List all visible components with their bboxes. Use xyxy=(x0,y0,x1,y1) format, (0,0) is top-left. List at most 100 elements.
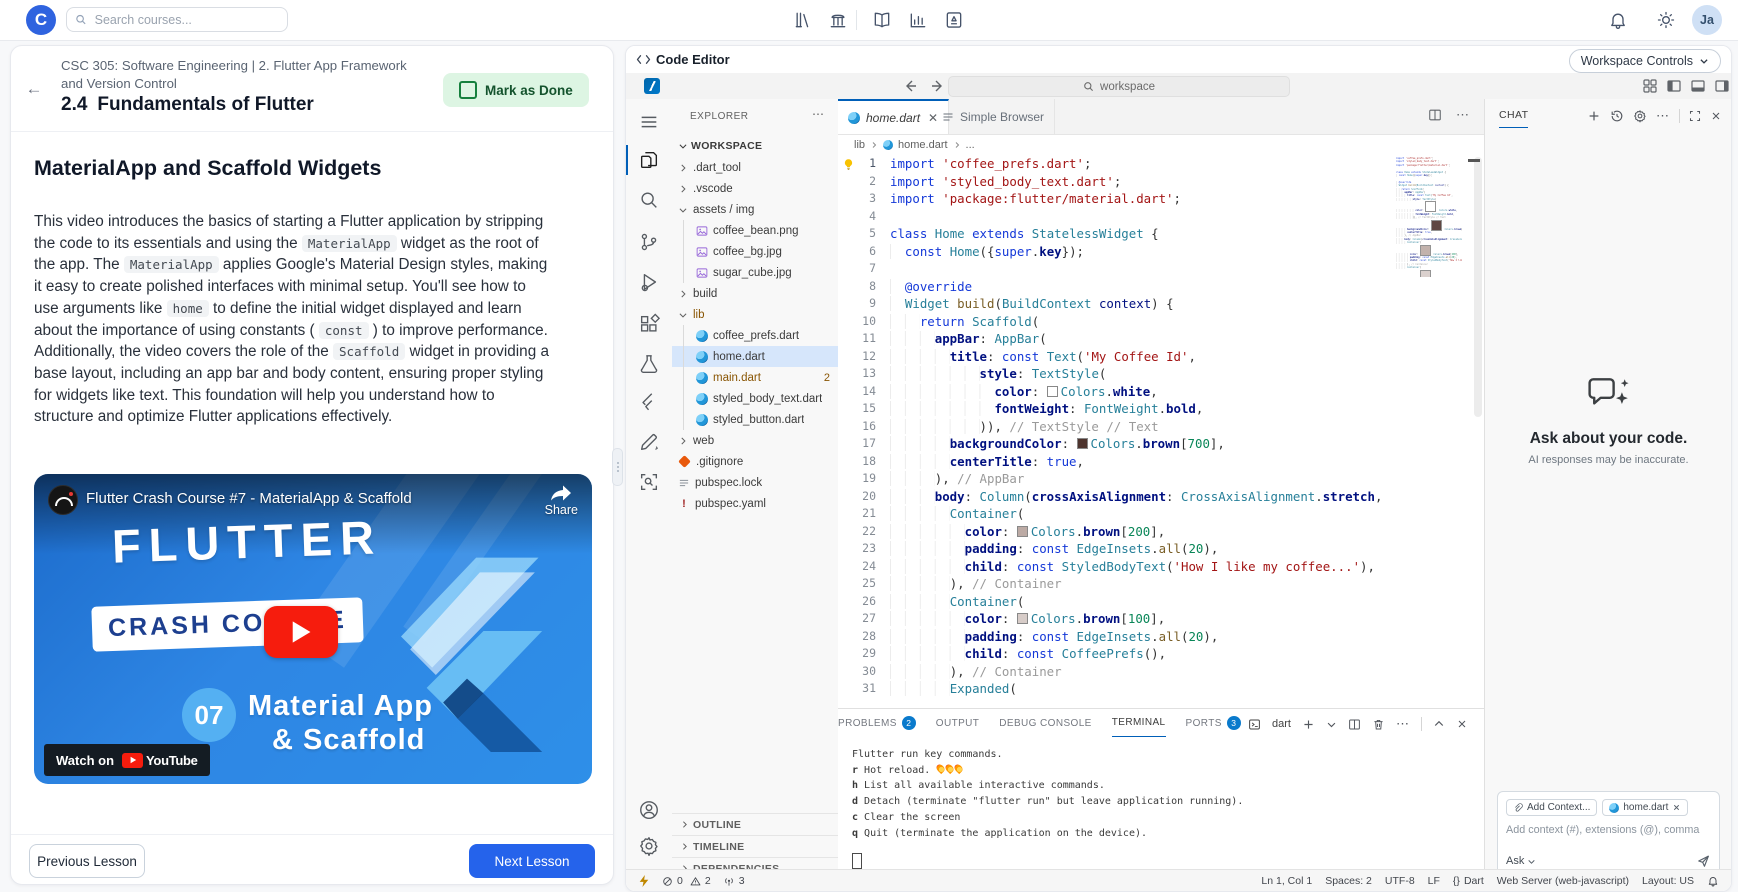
code-line[interactable]: 16 )), // TextStyle // Text xyxy=(838,418,1484,436)
editor-scrollbar[interactable] xyxy=(1474,157,1482,417)
code-line[interactable]: 27 color: Colors.brown[100], xyxy=(838,610,1484,628)
vscode-icon[interactable] xyxy=(644,78,660,94)
code-area[interactable]: 1 import 'coffee_prefs.dart'; 2 import 'sty… xyxy=(838,155,1484,706)
code-line[interactable]: 22 color: Colors.brown[200], xyxy=(838,523,1484,541)
watch-on-youtube-badge[interactable]: Watch on YouTube xyxy=(44,744,210,776)
explorer-item-assets-img[interactable]: assets / img xyxy=(672,199,838,220)
code-line[interactable]: 26 Container( xyxy=(838,593,1484,611)
eol-status[interactable]: LF xyxy=(1428,875,1440,887)
shell-name[interactable]: dart xyxy=(1272,718,1291,730)
code-line[interactable]: 10 return Scaffold( xyxy=(838,313,1484,331)
explorer-item-coffee-prefs-dart[interactable]: coffee_prefs.dart xyxy=(672,325,838,346)
code-line[interactable]: 19 ), // AppBar xyxy=(838,470,1484,488)
mark-as-done-button[interactable]: Mark as Done xyxy=(443,73,589,107)
panel-tab-output[interactable]: OUTPUT xyxy=(936,709,980,737)
explorer-item-build[interactable]: build xyxy=(672,283,838,304)
explorer-item-web[interactable]: web xyxy=(672,430,838,451)
code-line[interactable]: 13 style: TextStyle( xyxy=(838,365,1484,383)
explorer-item-styled-button-dart[interactable]: styled_button.dart xyxy=(672,409,838,430)
code-line[interactable]: 28 padding: const EdgeInsets.all(20), xyxy=(838,628,1484,646)
chat-mode-picker[interactable]: Ask xyxy=(1506,855,1536,867)
chat-tab[interactable]: CHAT xyxy=(1499,109,1529,128)
explorer-icon[interactable] xyxy=(638,149,660,171)
explorer-item-coffee-bean-png[interactable]: coffee_bean.png xyxy=(672,220,838,241)
video-embed[interactable]: Flutter Crash Course #7 - MaterialApp & … xyxy=(34,474,592,784)
kill-terminal-trash-icon[interactable] xyxy=(1372,718,1385,731)
code-line[interactable]: 15 fontWeight: FontWeight.bold, xyxy=(838,400,1484,418)
history-forward-icon[interactable] xyxy=(930,78,946,94)
chat-more-actions-icon[interactable]: ⋯ xyxy=(1656,108,1670,124)
explorer-item--dart-tool[interactable]: .dart_tool xyxy=(672,157,838,178)
cursor-position-status[interactable]: Ln 1, Col 1 xyxy=(1261,875,1312,887)
explorer-item-sugar-cube-jpg[interactable]: sugar_cube.jpg xyxy=(672,262,838,283)
panel-tab-terminal[interactable]: TERMINAL xyxy=(1111,709,1166,737)
tab-simple-browser[interactable]: Simple Browser xyxy=(932,99,1056,134)
history-back-icon[interactable] xyxy=(902,78,918,94)
code-line[interactable]: 11 appBar: AppBar( xyxy=(838,330,1484,348)
explorer-more-actions-icon[interactable]: ⋯ xyxy=(812,107,825,121)
next-lesson-button[interactable]: Next Lesson xyxy=(469,844,595,878)
explorer-item-lib[interactable]: lib xyxy=(672,304,838,325)
explorer-item-pubspec-yaml[interactable]: ! pubspec.yaml xyxy=(672,493,838,514)
add-context-chip[interactable]: Add Context... xyxy=(1506,799,1598,816)
chat-settings-gear-icon[interactable] xyxy=(1633,109,1647,123)
explorer-item-pubspec-lock[interactable]: pubspec.lock xyxy=(672,472,838,493)
code-line[interactable]: 25 ), // Container xyxy=(838,575,1484,593)
menu-icon[interactable] xyxy=(638,111,660,133)
toggle-panel-icon[interactable] xyxy=(1690,78,1706,94)
code-line[interactable]: 14 color: Colors.white, xyxy=(838,383,1484,401)
notifications-bell-icon[interactable] xyxy=(1608,10,1628,30)
maximize-panel-icon[interactable] xyxy=(1433,718,1445,730)
previous-lesson-button[interactable]: Previous Lesson xyxy=(29,844,145,878)
customize-layout-icon[interactable] xyxy=(1642,78,1658,94)
panel-resize-handle[interactable] xyxy=(612,448,623,486)
indentation-status[interactable]: Spaces: 2 xyxy=(1325,875,1372,887)
code-line[interactable]: 4 xyxy=(838,208,1484,226)
explorer-item-styled-body-text-dart[interactable]: styled_body_text.dart xyxy=(672,388,838,409)
campus-icon[interactable] xyxy=(828,10,848,30)
remove-context-icon[interactable] xyxy=(1672,803,1681,812)
contact-book-icon[interactable] xyxy=(944,10,964,30)
user-avatar[interactable]: Ja xyxy=(1692,5,1722,35)
back-button[interactable]: ← xyxy=(23,78,45,100)
source-control-icon[interactable] xyxy=(638,231,660,253)
code-line[interactable]: 20 body: Column(crossAxisAlignment: Cros… xyxy=(838,488,1484,506)
code-line[interactable]: 2 import 'styled_body_text.dart'; xyxy=(838,173,1484,191)
explorer-item-main-dart[interactable]: main.dart 2 xyxy=(672,367,838,388)
theme-toggle-icon[interactable] xyxy=(1656,10,1676,30)
edit-pencil-icon[interactable] xyxy=(638,431,660,453)
code-line[interactable]: 12 title: const Text('My Coffee Id', xyxy=(838,348,1484,366)
share-button[interactable]: Share xyxy=(545,484,578,517)
close-panel-icon[interactable] xyxy=(1456,718,1468,730)
notifications-bell-icon[interactable] xyxy=(1707,875,1719,887)
run-debug-icon[interactable] xyxy=(638,271,660,293)
chat-placeholder[interactable]: Add context (#), extensions (@), comma xyxy=(1506,824,1711,836)
dependencies-section[interactable]: DEPENDENCIES xyxy=(672,857,838,869)
language-status[interactable]: {} Dart xyxy=(1453,875,1484,887)
new-chat-icon[interactable] xyxy=(1587,109,1601,123)
panel-tab-problems[interactable]: PROBLEMS 2 xyxy=(838,709,916,737)
panel-tab-debug-console[interactable]: DEBUG CONSOLE xyxy=(999,709,1091,737)
breadcrumbs[interactable]: lib home.dart ... xyxy=(854,134,975,155)
code-line[interactable]: 18 centerTitle: true, xyxy=(838,453,1484,471)
terminal-output[interactable]: Flutter run key commands. r Hot reload. h… xyxy=(852,747,1472,841)
command-center-search[interactable]: workspace xyxy=(948,76,1290,97)
code-line[interactable]: 31 Expanded( xyxy=(838,680,1484,698)
launch-profile-chevron-icon[interactable] xyxy=(1326,719,1337,730)
settings-gear-icon[interactable] xyxy=(638,835,660,857)
timeline-section[interactable]: TIMELINE xyxy=(672,835,838,857)
explorer-item--vscode[interactable]: .vscode xyxy=(672,178,838,199)
search-input[interactable] xyxy=(66,7,288,32)
problems-status[interactable]: 0 2 xyxy=(662,875,711,887)
bar-chart-icon[interactable] xyxy=(908,10,928,30)
flutter-view-icon[interactable] xyxy=(638,391,660,413)
close-chat-icon[interactable] xyxy=(1710,110,1722,122)
library-icon[interactable] xyxy=(793,10,813,30)
toggle-secondary-sidebar-icon[interactable] xyxy=(1714,78,1730,94)
web-server-status[interactable]: Web Server (web-javascript) xyxy=(1497,875,1629,887)
code-line[interactable]: 7 xyxy=(838,260,1484,278)
panel-tab-ports[interactable]: PORTS 3 xyxy=(1186,709,1241,737)
code-line[interactable]: 30 ), // Container xyxy=(838,663,1484,681)
keyboard-layout-status[interactable]: Layout: US xyxy=(1642,875,1694,887)
chat-history-icon[interactable] xyxy=(1610,109,1624,123)
